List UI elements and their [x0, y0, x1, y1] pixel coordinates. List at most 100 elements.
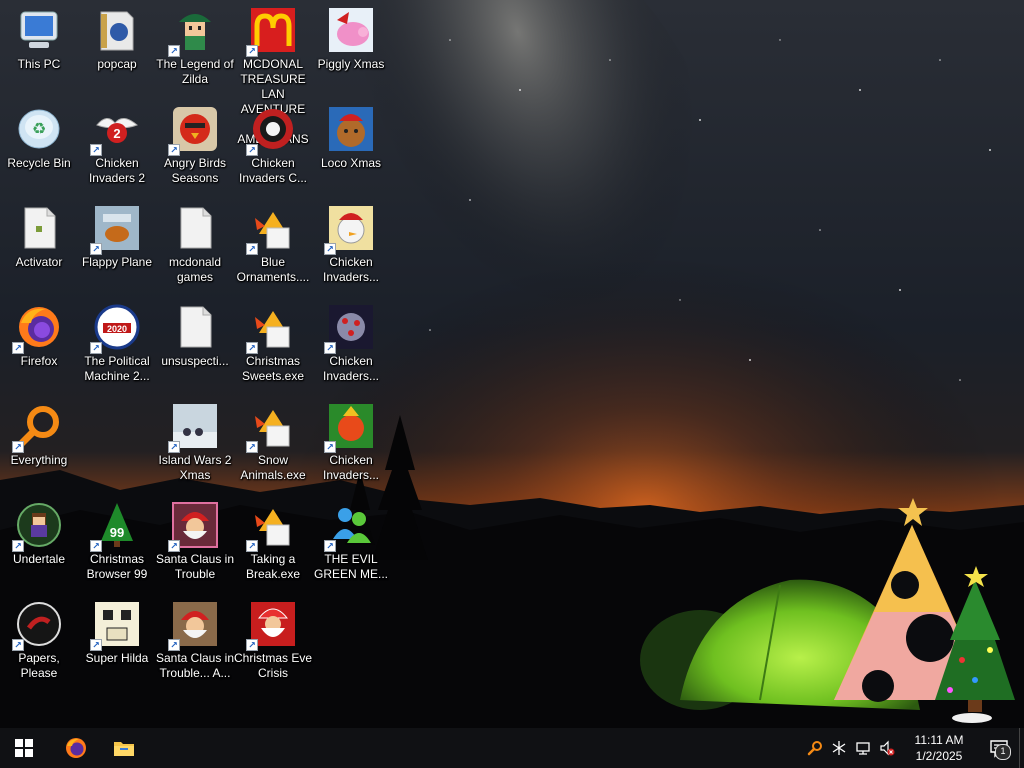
everything-tray-icon: [807, 741, 822, 756]
desktop-icon-snow-animals[interactable]: ↗ Snow Animals.exe: [234, 396, 312, 494]
firefox-icon: [66, 738, 86, 758]
shortcut-arrow-icon: ↗: [90, 540, 102, 552]
desktop-icon-taking-a-break[interactable]: ↗ Taking a Break.exe: [234, 495, 312, 593]
desktop-icon-chicken-invaders-c[interactable]: ↗ Chicken Invaders C...: [234, 99, 312, 197]
desktop-icon-undertale[interactable]: ↗ Undertale: [0, 495, 78, 593]
action-center-button[interactable]: 1: [979, 728, 1019, 768]
taskbar-firefox-button[interactable]: [52, 728, 100, 768]
icon-label: Chicken Invaders...: [322, 354, 380, 383]
tray-everything-button[interactable]: [803, 728, 827, 768]
icon-label: Christmas Eve Crisis: [233, 651, 313, 680]
desktop-icon-papers-please[interactable]: ↗ Papers, Please: [0, 594, 78, 692]
tray-volume-button[interactable]: [875, 728, 899, 768]
desktop-icon-legend-of-zilda[interactable]: ↗ The Legend of Zilda: [156, 0, 234, 98]
shortcut-arrow-icon: ↗: [324, 243, 336, 255]
taskbar-clock[interactable]: 11:11 AM 1/2/2025: [899, 732, 979, 764]
windows-start-icon: [15, 739, 33, 757]
icon-label: Firefox: [20, 354, 58, 368]
loco-xmas-icon: [327, 105, 375, 153]
desktop-icon-unsuspecting[interactable]: unsuspecti...: [156, 297, 234, 395]
desktop-icon-chicken-invaders-2[interactable]: 2 ↗ Chicken Invaders 2: [78, 99, 156, 197]
icon-label: mcdonald games: [168, 255, 222, 284]
super-hilda-icon: ↗: [90, 600, 141, 651]
desktop-icon-island-wars-2[interactable]: ↗ Island Wars 2 Xmas: [156, 396, 234, 494]
icon-label: Angry Birds Seasons: [163, 156, 227, 185]
icon-label: Snow Animals.exe: [240, 453, 306, 482]
icon-label: Everything: [10, 453, 68, 467]
undertale-icon: ↗: [12, 501, 63, 552]
christmas-browser-icon: 99 ↗: [90, 501, 141, 552]
papers-please-icon: ↗: [12, 600, 63, 651]
tray-bluetooth-button[interactable]: [827, 728, 851, 768]
blank-file-icon: [171, 303, 219, 351]
desktop-icon-flappy-plane[interactable]: ↗ Flappy Plane: [78, 198, 156, 296]
evil-green-messenger-icon: ↗: [324, 501, 375, 552]
shortcut-arrow-icon: ↗: [168, 144, 180, 156]
icon-label: popcap: [97, 57, 137, 71]
svg-text:99: 99: [110, 525, 124, 540]
shortcut-arrow-icon: ↗: [246, 342, 258, 354]
desktop-icon-evil-green-messenger[interactable]: ↗ THE EVIL GREEN ME...: [312, 495, 390, 593]
system-tray: 11:11 AM 1/2/2025 1: [803, 728, 1024, 768]
desktop-icon-chicken-invaders-green[interactable]: ↗ Chicken Invaders...: [312, 396, 390, 494]
desktop-icon-popcap[interactable]: popcap: [78, 0, 156, 98]
chicken-invaders-c-icon: ↗: [246, 105, 297, 156]
game-exe-icon: ↗: [246, 402, 297, 453]
desktop-icon-christmas-sweets[interactable]: ↗ Christmas Sweets.exe: [234, 297, 312, 395]
desktop-icon-super-hilda[interactable]: ↗ Super Hilda: [78, 594, 156, 692]
game-exe-icon: ↗: [246, 204, 297, 255]
folder-popcap-icon: [93, 6, 141, 54]
desktop-icon-chicken-invaders-space[interactable]: ↗ Chicken Invaders...: [312, 297, 390, 395]
desktop-icon-mcdonal-treasure[interactable]: ↗ MCDONAL TREASURE LAN AVENTURE FOR AMER…: [234, 0, 312, 146]
recycle-bin-icon: ♻: [15, 105, 63, 153]
desktop-icon-christmas-eve-crisis[interactable]: ↗ Christmas Eve Crisis: [234, 594, 312, 692]
desktop-icon-mcdonald-games[interactable]: mcdonald games: [156, 198, 234, 296]
icon-label: Piggly Xmas: [317, 57, 385, 71]
santa-claus-icon: ↗: [168, 501, 219, 552]
icon-label: Undertale: [12, 552, 66, 566]
start-button[interactable]: [0, 728, 48, 768]
desktop-icon-political-machine[interactable]: 2020 ↗ The Political Machine 2...: [78, 297, 156, 395]
desktop-icon-firefox[interactable]: ↗ Firefox: [0, 297, 78, 395]
taskbar-file-explorer-button[interactable]: [100, 728, 148, 768]
desktop-icon-piggly-xmas[interactable]: Piggly Xmas: [312, 0, 390, 98]
icon-label: Christmas Sweets.exe: [241, 354, 305, 383]
shortcut-arrow-icon: ↗: [90, 144, 102, 156]
svg-text:2020: 2020: [107, 324, 127, 334]
shortcut-arrow-icon: ↗: [246, 243, 258, 255]
shortcut-arrow-icon: ↗: [90, 243, 102, 255]
desktop-icon-loco-xmas[interactable]: Loco Xmas: [312, 99, 390, 197]
shortcut-arrow-icon: ↗: [168, 45, 180, 57]
everything-search-icon: ↗: [12, 402, 63, 453]
desktop-icon-recycle-bin[interactable]: ♻ Recycle Bin: [0, 99, 78, 197]
desktop-icon-activator[interactable]: Activator: [0, 198, 78, 296]
clock-time: 11:11 AM: [914, 733, 964, 747]
desktop-icon-santa-claus-in-trouble[interactable]: ↗ Santa Claus in Trouble: [156, 495, 234, 593]
shortcut-arrow-icon: ↗: [324, 342, 336, 354]
tray-network-button[interactable]: [851, 728, 875, 768]
angry-birds-seasons-icon: ↗: [168, 105, 219, 156]
desktop-icon-chicken-invaders-xmas[interactable]: ↗ Chicken Invaders...: [312, 198, 390, 296]
shortcut-arrow-icon: ↗: [246, 540, 258, 552]
desktop-icon-christmas-browser[interactable]: 99 ↗ Christmas Browser 99: [78, 495, 156, 593]
icon-label: Chicken Invaders 2: [88, 156, 146, 185]
shortcut-arrow-icon: ↗: [12, 441, 24, 453]
show-desktop-button[interactable]: [1019, 728, 1024, 768]
icon-label: Santa Claus in Trouble... A...: [155, 651, 235, 680]
desktop-icon-blue-ornaments[interactable]: ↗ Blue Ornaments....: [234, 198, 312, 296]
icon-label: Blue Ornaments....: [236, 255, 310, 284]
shortcut-arrow-icon: ↗: [12, 639, 24, 651]
icon-label: unsuspecti...: [161, 354, 229, 368]
firefox-icon: ↗: [12, 303, 63, 354]
shortcut-arrow-icon: ↗: [324, 540, 336, 552]
desktop-icon-everything[interactable]: ↗ Everything: [0, 396, 78, 494]
shortcut-arrow-icon: ↗: [168, 441, 180, 453]
christmas-eve-crisis-icon: ↗: [246, 600, 297, 651]
shortcut-arrow-icon: ↗: [12, 342, 24, 354]
desktop-icon-this-pc[interactable]: This PC: [0, 0, 78, 98]
icon-label: Papers, Please: [18, 651, 60, 680]
desktop-icon-angry-birds-seasons[interactable]: ↗ Angry Birds Seasons: [156, 99, 234, 197]
flappy-plane-icon: ↗: [90, 204, 141, 255]
desktop-icon-santa-claus-in-trouble-again[interactable]: ↗ Santa Claus in Trouble... A...: [156, 594, 234, 692]
icon-label: Recycle Bin: [7, 156, 71, 170]
